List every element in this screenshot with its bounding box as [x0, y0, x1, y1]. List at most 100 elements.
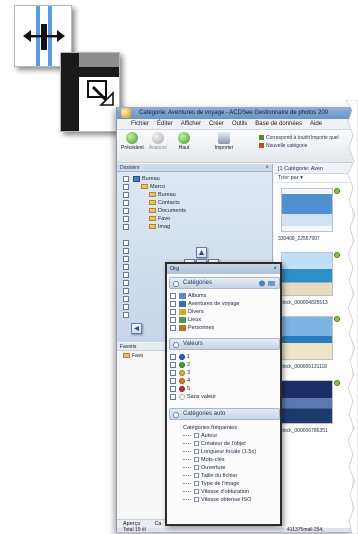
rating-3-icon [179, 369, 185, 376]
auto-category-item[interactable]: Vitesse obtenue ISO [183, 496, 251, 504]
categories-section-header[interactable]: Catégories [169, 277, 280, 289]
menu-create[interactable]: Créer [209, 119, 224, 129]
thumbnail[interactable]: iStock_000004825513 [278, 250, 340, 310]
rating-item[interactable]: Sans valeur [170, 393, 216, 401]
checkbox[interactable] [170, 316, 176, 323]
rating-item[interactable]: 3 [170, 369, 190, 377]
rating-item[interactable]: 5 [170, 385, 190, 393]
tab-categories[interactable]: Ca [154, 520, 161, 528]
dock-top-button[interactable] [196, 247, 207, 258]
favorites-item[interactable]: Favo [117, 351, 166, 359]
tree-item[interactable]: Imag [123, 223, 170, 231]
checkbox[interactable] [170, 393, 176, 400]
menu-tools[interactable]: Outils [232, 119, 247, 129]
close-icon[interactable]: × [273, 264, 277, 274]
rating-item[interactable]: 4 [170, 377, 190, 385]
category-item[interactable]: Personnes [170, 324, 214, 332]
checkbox[interactable] [170, 377, 176, 384]
tree-item[interactable]: Bureau [123, 175, 160, 183]
expand-icon[interactable] [194, 465, 199, 471]
category-tools-icon[interactable] [258, 280, 276, 287]
match-any-toggle[interactable]: Correspond à tout/n'importe quel [259, 134, 339, 142]
expand-icon[interactable] [194, 441, 199, 447]
category-item[interactable]: Lieux [170, 316, 201, 324]
thumbnail[interactable]: iStock_000005131118 [278, 314, 340, 374]
tree-item[interactable]: Bureau [123, 191, 176, 199]
expand-icon[interactable] [194, 457, 199, 463]
tree-item[interactable]: Marco [123, 183, 165, 191]
checkbox[interactable] [170, 292, 176, 299]
auto-category-item[interactable]: Vitesse d'obturation [183, 488, 249, 496]
checkbox[interactable] [170, 308, 176, 315]
checkbox[interactable] [123, 175, 129, 182]
menu-view[interactable]: Afficher [181, 119, 201, 129]
checkbox[interactable] [123, 207, 129, 214]
up-button[interactable]: Haut [173, 132, 195, 151]
checkbox[interactable] [123, 271, 129, 278]
checkbox[interactable] [170, 385, 176, 392]
menu-edit[interactable]: Éditer [157, 119, 173, 129]
checkbox[interactable] [123, 295, 129, 302]
toolbar: Précédent Avancer Haut Importer Correspo… [117, 130, 352, 163]
collapse-icon [173, 281, 179, 287]
new-category-button[interactable]: Nouvelle catégorie [259, 142, 339, 150]
ratings-section-header[interactable]: Valeurs [169, 338, 280, 350]
checkbox[interactable] [123, 303, 129, 310]
previous-button[interactable]: Précédent [121, 132, 144, 151]
rating-item[interactable]: 1 [170, 353, 190, 361]
auto-category-group[interactable]: Catégories fréquentes [177, 424, 237, 432]
tree-item[interactable]: Contacts [123, 199, 180, 207]
tree-item[interactable]: Documents [123, 207, 186, 215]
category-item[interactable]: Divers [170, 308, 204, 316]
auto-category-item[interactable]: Mots-clés [183, 456, 225, 464]
dock-edge-left-button[interactable] [131, 323, 142, 334]
menu-help[interactable]: Aide [310, 119, 322, 129]
checkbox[interactable] [170, 300, 176, 307]
checkbox[interactable] [123, 279, 129, 286]
checkbox[interactable] [170, 353, 176, 360]
tree-item[interactable]: Favo [123, 215, 170, 223]
checkbox[interactable] [123, 215, 129, 222]
forward-button[interactable]: Avancer [147, 132, 169, 151]
arrow-up-icon [199, 250, 204, 255]
checkbox[interactable] [170, 369, 176, 376]
auto-category-item[interactable]: Type de l'image [183, 480, 239, 488]
expand-icon[interactable] [194, 473, 199, 479]
thumbnail[interactable]: iStock_000006786351 [278, 378, 340, 438]
sort-by-button[interactable]: Trier par ▾ [274, 174, 352, 183]
checkbox[interactable] [123, 311, 129, 318]
expand-icon[interactable] [194, 481, 199, 487]
expand-icon[interactable] [194, 489, 199, 495]
expand-icon[interactable] [194, 497, 199, 503]
checkbox[interactable] [123, 191, 129, 198]
checkbox[interactable] [123, 223, 129, 230]
menu-database[interactable]: Base de données [255, 119, 302, 129]
expand-icon[interactable] [194, 433, 199, 439]
menu-file[interactable]: Fichier [131, 119, 149, 129]
organizer-title-bar[interactable]: Org × [167, 264, 280, 274]
checkbox[interactable] [123, 199, 129, 206]
category-item[interactable]: Aventures de voyage [170, 300, 240, 308]
auto-category-item[interactable]: Longueur focale (1.5x) [183, 448, 256, 456]
checkbox[interactable] [123, 255, 129, 262]
rating-item[interactable]: 2 [170, 361, 190, 369]
auto-category-item[interactable]: Taille du fichier [183, 472, 237, 480]
close-icon[interactable]: × [265, 164, 269, 172]
checkbox[interactable] [123, 263, 129, 270]
import-button[interactable]: Importer [213, 132, 235, 151]
category-item[interactable]: Albums [170, 292, 206, 300]
checkbox[interactable] [123, 287, 129, 294]
expand-icon[interactable] [194, 449, 199, 455]
auto-category-item[interactable]: Auteur [183, 432, 217, 440]
auto-category-item[interactable]: Créateur de l'objet [183, 440, 246, 448]
checkbox[interactable] [123, 183, 129, 190]
auto-categories-section-header[interactable]: Catégories auto [169, 408, 280, 420]
checkbox[interactable] [170, 361, 176, 368]
app-icon [121, 108, 131, 118]
checkbox[interactable] [170, 324, 176, 331]
thumbnail[interactable]: 330408_22557997 [278, 186, 340, 246]
checkbox[interactable] [123, 247, 129, 254]
auto-category-item[interactable]: Ouverture [183, 464, 225, 472]
checkbox[interactable] [123, 239, 129, 246]
status-total: Total 19 él [123, 527, 146, 533]
